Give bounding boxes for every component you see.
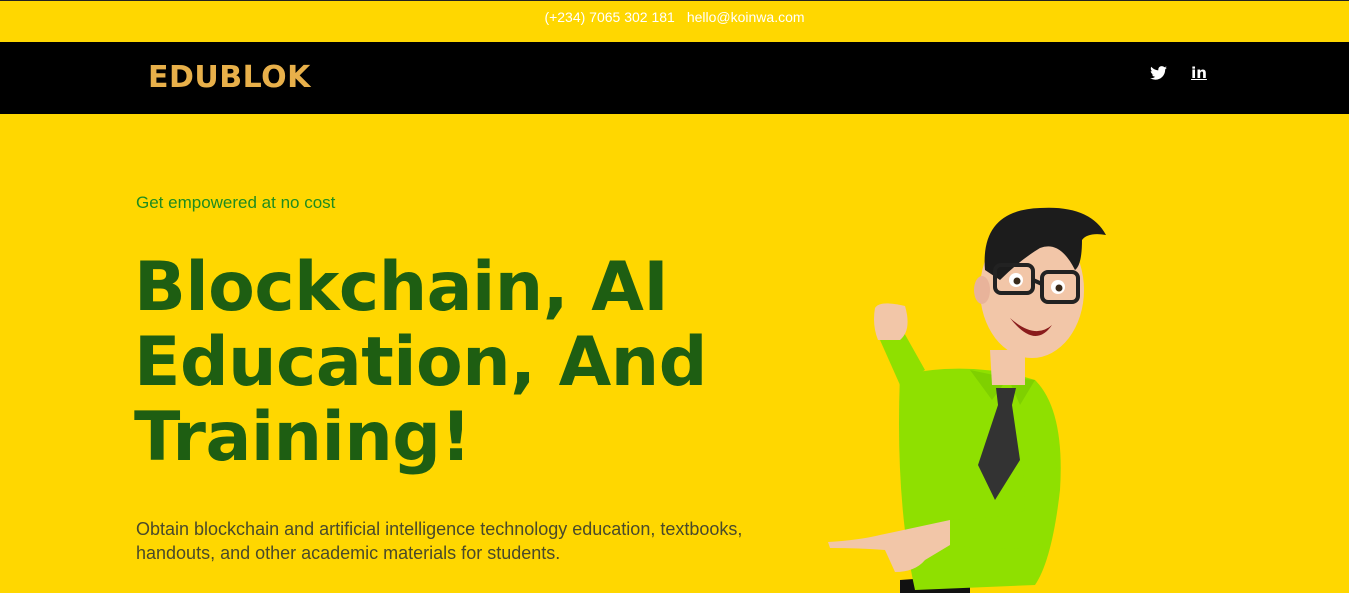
linkedin-icon[interactable]: in bbox=[1188, 62, 1210, 84]
hero-title-line-2: Education, And bbox=[134, 323, 707, 402]
main-navbar: EDUBLOK in bbox=[0, 42, 1349, 114]
linkedin-icon-label: in bbox=[1191, 64, 1207, 82]
email-link[interactable]: hello@koinwa.com bbox=[687, 9, 805, 25]
hero-description: Obtain blockchain and artificial intelli… bbox=[136, 519, 743, 563]
hero-title-line-3: Training! bbox=[134, 398, 471, 477]
hero-title: Blockchain, AI Education, And Training! bbox=[134, 250, 834, 475]
cartoon-character-illustration bbox=[828, 207, 1106, 593]
phone-link[interactable]: (+234) 7065 302 181 bbox=[544, 9, 674, 25]
twitter-icon[interactable] bbox=[1147, 62, 1169, 84]
hero-title-line-1: Blockchain, AI bbox=[134, 248, 669, 327]
site-logo[interactable]: EDUBLOK bbox=[148, 60, 311, 95]
hero-tagline: Get empowered at no cost bbox=[136, 193, 336, 212]
top-contact-bar: (+234) 7065 302 181 hello@koinwa.com bbox=[0, 0, 1349, 42]
